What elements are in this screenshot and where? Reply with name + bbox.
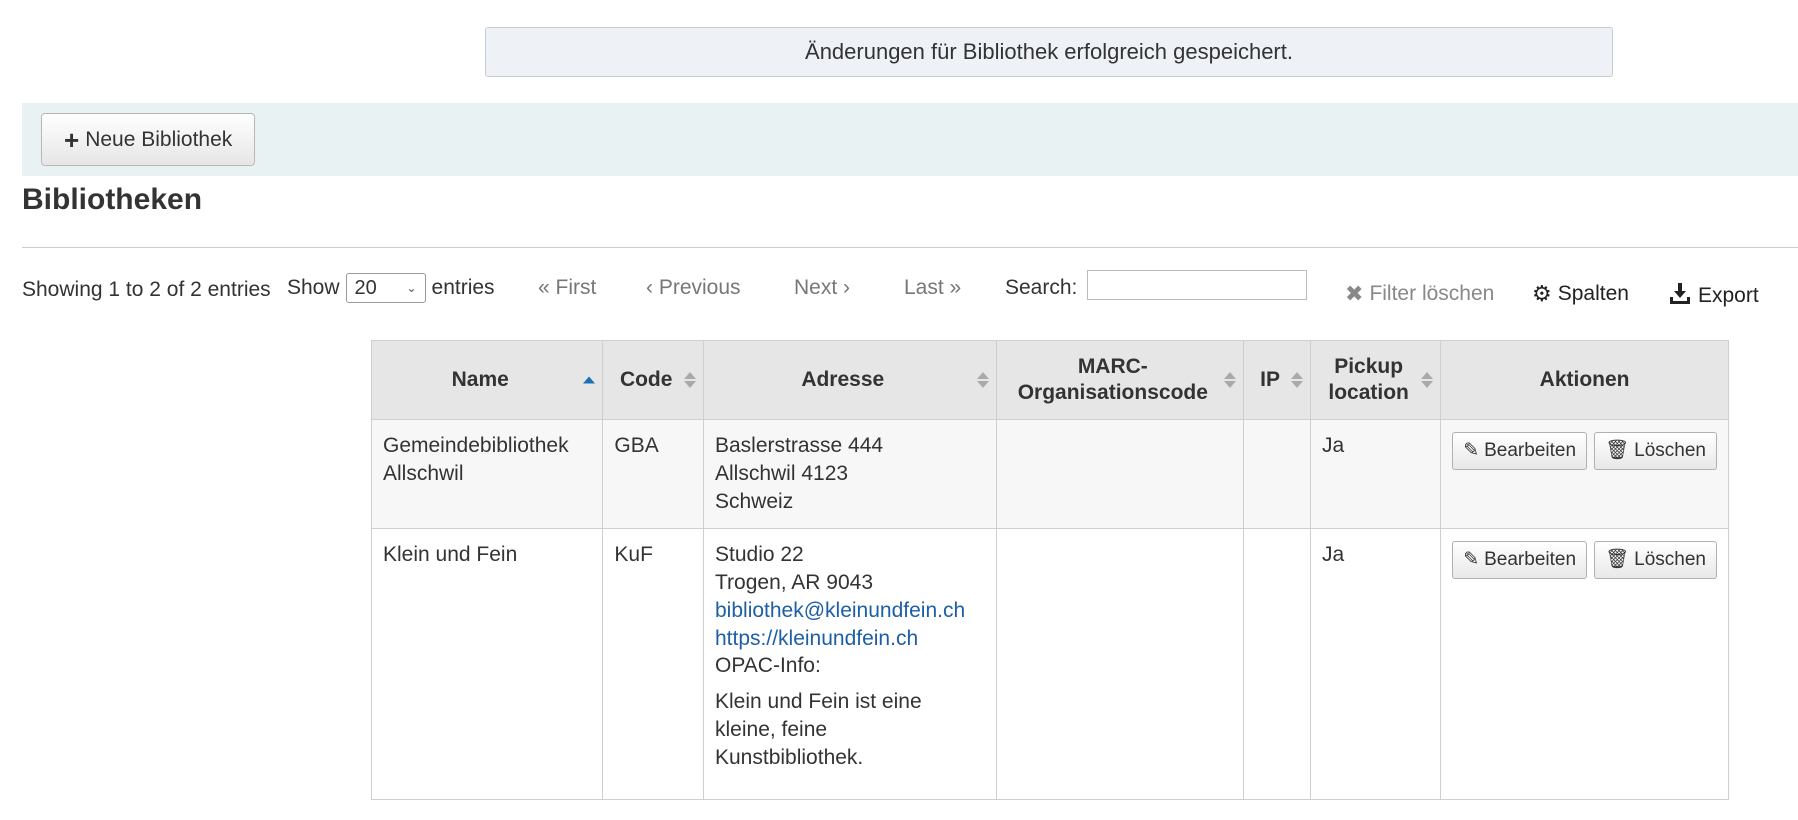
gear-icon: ⚙ bbox=[1532, 281, 1552, 306]
plus-icon: + bbox=[64, 124, 80, 155]
libraries-table: Name Code Adresse MARC- Organisationscod… bbox=[370, 340, 1729, 800]
sort-icon bbox=[1291, 372, 1304, 388]
column-header-address[interactable]: Adresse bbox=[703, 340, 997, 420]
sort-icon bbox=[1421, 372, 1434, 388]
cell-marc bbox=[995, 527, 1245, 800]
page-length-value: 20 bbox=[354, 276, 377, 299]
pager-previous[interactable]: ‹ Previous bbox=[646, 276, 741, 300]
table-row: Klein und Fein KuF Studio 22 Trogen, AR … bbox=[370, 527, 1729, 800]
edit-button[interactable]: ✎ Bearbeiten bbox=[1452, 540, 1588, 579]
cell-address: Studio 22 Trogen, AR 9043 bibliothek@kle… bbox=[703, 527, 997, 800]
pager-next[interactable]: Next › bbox=[794, 276, 850, 300]
column-header-ip[interactable]: IP bbox=[1243, 340, 1312, 420]
columns-label: Spalten bbox=[1557, 282, 1629, 305]
cell-pickup: Ja bbox=[1310, 419, 1442, 529]
cell-name: Gemeindebibliothek Allschwil bbox=[370, 419, 604, 529]
delete-button[interactable]: 🗑 Löschen bbox=[1594, 540, 1717, 579]
sort-ascending-icon bbox=[583, 376, 596, 384]
pencil-icon: ✎ bbox=[1463, 440, 1480, 462]
column-header-marc[interactable]: MARC- Organisationscode bbox=[995, 340, 1245, 420]
page-length-select[interactable]: 20 ⌄ bbox=[345, 273, 426, 303]
cell-code: GBA bbox=[602, 419, 704, 529]
search-input[interactable] bbox=[1087, 270, 1307, 300]
alert-message: Änderungen für Bibliothek erfolgreich ge… bbox=[805, 39, 1293, 64]
export-label: Export bbox=[1698, 284, 1759, 307]
edit-button[interactable]: ✎ Bearbeiten bbox=[1452, 432, 1588, 470]
cell-name: Klein und Fein bbox=[370, 527, 604, 800]
search-label: Search: bbox=[1005, 276, 1078, 299]
cell-actions: ✎ Bearbeiten 🗑 Löschen bbox=[1440, 419, 1729, 529]
chevron-down-icon: ⌄ bbox=[406, 281, 417, 295]
cell-ip bbox=[1243, 527, 1312, 800]
cell-pickup: Ja bbox=[1310, 527, 1442, 800]
page-length-control: Show 20 ⌄ entries bbox=[287, 273, 495, 303]
sort-icon bbox=[976, 372, 989, 388]
divider bbox=[22, 247, 1798, 248]
cell-address: Baslerstrasse 444 Allschwil 4123 Schweiz bbox=[703, 419, 997, 529]
website-link[interactable]: https://kleinundfein.ch bbox=[715, 627, 918, 650]
cell-marc bbox=[995, 419, 1245, 529]
trash-icon: 🗑 bbox=[1605, 440, 1630, 462]
table-row: Gemeindebibliothek Allschwil GBA Baslers… bbox=[370, 419, 1729, 529]
trash-icon: 🗑 bbox=[1605, 549, 1630, 571]
clear-filter-button[interactable]: ✖ Filter löschen bbox=[1345, 281, 1494, 307]
sort-icon bbox=[1224, 372, 1237, 388]
delete-button[interactable]: 🗑 Löschen bbox=[1594, 432, 1717, 470]
pencil-icon: ✎ bbox=[1463, 549, 1480, 571]
sort-icon bbox=[684, 372, 696, 388]
pager-first[interactable]: « First bbox=[538, 276, 596, 300]
show-label: Show bbox=[287, 276, 340, 299]
toolbar: + Neue Bibliothek bbox=[22, 103, 1798, 176]
email-link[interactable]: bibliothek@kleinundfein.ch bbox=[715, 599, 965, 622]
clear-filter-label: Filter löschen bbox=[1369, 282, 1495, 305]
cell-actions: ✎ Bearbeiten 🗑 Löschen bbox=[1440, 527, 1729, 800]
column-header-name[interactable]: Name bbox=[370, 340, 604, 420]
column-header-pickup[interactable]: Pickup location bbox=[1310, 340, 1442, 420]
close-icon: ✖ bbox=[1345, 281, 1364, 306]
columns-button[interactable]: ⚙ Spalten bbox=[1532, 281, 1629, 307]
export-button[interactable]: Export bbox=[1668, 281, 1759, 311]
page-title: Bibliotheken bbox=[22, 183, 203, 216]
download-icon bbox=[1668, 281, 1692, 311]
table-info: Showing 1 to 2 of 2 entries bbox=[22, 278, 271, 301]
cell-code: KuF bbox=[602, 527, 704, 800]
column-header-code[interactable]: Code bbox=[602, 340, 704, 420]
entries-label: entries bbox=[431, 276, 495, 299]
new-library-label: Neue Bibliothek bbox=[85, 127, 233, 151]
success-alert: Änderungen für Bibliothek erfolgreich ge… bbox=[485, 27, 1613, 77]
column-header-actions: Aktionen bbox=[1440, 340, 1729, 420]
new-library-button[interactable]: + Neue Bibliothek bbox=[41, 113, 256, 166]
cell-ip bbox=[1243, 419, 1312, 529]
pager-last[interactable]: Last » bbox=[904, 276, 961, 300]
